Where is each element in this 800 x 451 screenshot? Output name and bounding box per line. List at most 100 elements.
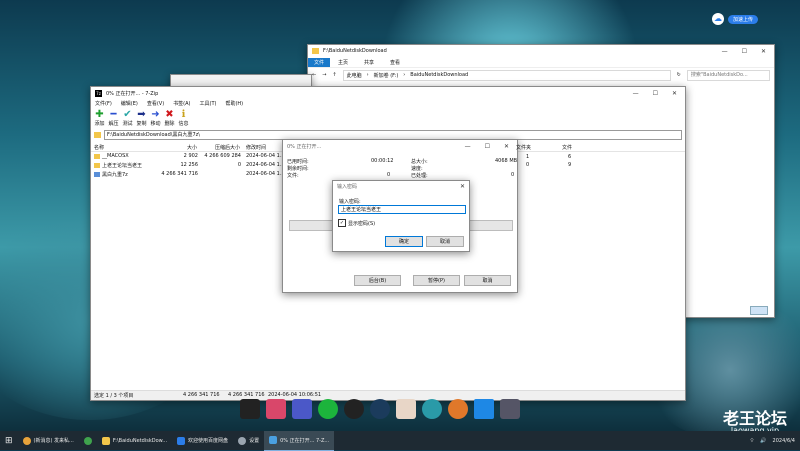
menu-view[interactable]: 查看(V) (147, 100, 164, 107)
crumb-drive[interactable]: 新加卷 (F:) (374, 72, 399, 79)
copy-button[interactable]: ➡ 复制 (136, 110, 147, 128)
taskbar-item[interactable]: (新消息) 发来私... (18, 431, 79, 450)
menu-file[interactable]: 文件(F) (95, 100, 112, 107)
folder-icon (94, 154, 100, 159)
crumb-folder[interactable]: BaiduNetdiskDownload (410, 72, 468, 78)
g-app-icon[interactable] (448, 399, 468, 419)
taskbar-item[interactable] (79, 431, 97, 450)
baidu-netdisk-badge[interactable]: ☁ 加速上传 (712, 12, 772, 26)
menu-bookmarks[interactable]: 书签(A) (173, 100, 190, 107)
show-password-checkbox[interactable]: ✓ 显示密码(S) (338, 219, 375, 227)
dock (240, 398, 560, 420)
ok-button[interactable]: 确定 (385, 236, 423, 247)
address-bar[interactable]: 此电脑 › 新加卷 (F:) › BaiduNetdiskDownload (342, 69, 671, 81)
sevenzip-toolbar: ✚ 添加 ━ 解压 ✔ 测试 ➡ 复制 ➜ 移动 ✖ 删除 ℹ 信息 (91, 108, 685, 129)
col-packed[interactable]: 压缩后大小 (215, 144, 240, 151)
tab-share[interactable]: 共享 (356, 58, 382, 67)
progress-titlebar[interactable]: 0% 正在打开... — ☐ ✕ (283, 140, 517, 152)
app-icon[interactable] (266, 399, 286, 419)
taskbar-item[interactable]: 设置 (233, 431, 264, 450)
maximize-icon[interactable]: ☐ (485, 143, 490, 150)
test-button[interactable]: ✔ 测试 (122, 110, 133, 128)
cloud-icon: ☁ (712, 13, 724, 25)
password-dialog[interactable]: 输入密码 ✕ 输入密码: ✓ 显示密码(S) 确定 取消 (332, 180, 470, 252)
upload-badge-label: 加速上传 (728, 14, 759, 24)
maximize-icon[interactable]: ☐ (653, 90, 658, 97)
crumb-pc[interactable]: 此电脑 (347, 72, 362, 79)
move-button[interactable]: ➜ 移动 (150, 109, 161, 128)
address-row: ← → ↑ 此电脑 › 新加卷 (F:) › BaiduNetdiskDownloa… (308, 67, 774, 82)
watermark-title: 老王论坛 (722, 409, 787, 428)
up-icon[interactable]: ↑ (332, 72, 336, 78)
game-icon[interactable] (292, 399, 312, 419)
minimize-icon[interactable]: — (722, 48, 728, 55)
col-name[interactable]: 名称 (94, 144, 104, 151)
info-icon: ℹ (181, 109, 186, 120)
col-size[interactable]: 大小 (187, 144, 197, 151)
menu-help[interactable]: 帮助(H) (225, 100, 243, 107)
tools-icon[interactable] (500, 399, 520, 419)
start-button[interactable]: ⊞ (0, 431, 18, 450)
maximize-icon[interactable]: ☐ (742, 48, 747, 55)
ribbon-tabs: 文件 主页 共享 查看 (308, 57, 774, 67)
menu-tools[interactable]: 工具(T) (200, 100, 217, 107)
password-titlebar[interactable]: 输入密码 ✕ (333, 181, 469, 191)
processed-value: 0 (511, 172, 515, 178)
circle-app-icon[interactable] (422, 399, 442, 419)
status-selection: 选定 1 / 3 个项目 (94, 393, 134, 399)
system-tray[interactable]: ⌔ 🔊 2024/6/4 (745, 431, 800, 450)
taskbar-item[interactable]: 欢迎使用百度网盘 (172, 431, 233, 450)
sevenzip-menu: 文件(F) 编辑(E) 查看(V) 书签(A) 工具(T) 帮助(H) (91, 99, 685, 108)
folder-icon (94, 163, 100, 168)
minimize-icon[interactable]: — (633, 90, 639, 97)
back-icon[interactable]: ← (312, 72, 316, 78)
extract-button[interactable]: ━ 解压 (108, 109, 119, 128)
col-files: 文件 (562, 145, 573, 151)
close-icon[interactable]: ✕ (460, 183, 465, 190)
taskbar-item[interactable]: F:\BaiduNetdiskDow... (97, 431, 172, 450)
menu-edit[interactable]: 编辑(E) (121, 100, 138, 107)
checkbox-check-icon: ✓ (338, 219, 346, 227)
explorer-search[interactable]: 搜索"BaiduNetdiskDo... (686, 69, 770, 81)
explorer-title: F:\BaiduNetdiskDownload (323, 48, 387, 54)
forward-icon[interactable]: → (322, 72, 326, 78)
tab-file[interactable]: 文件 (308, 57, 331, 67)
password-input[interactable] (338, 205, 466, 214)
volume-icon: 🔊 (760, 437, 767, 444)
view-toggle[interactable] (750, 306, 768, 315)
delete-button[interactable]: ✖ 删除 (164, 110, 175, 128)
steam-icon[interactable] (370, 399, 390, 419)
move-arrow-icon: ➜ (151, 109, 160, 120)
col-modified[interactable]: 修改时间 (246, 144, 266, 151)
add-button[interactable]: ✚ 添加 (94, 109, 105, 128)
wechat-icon[interactable] (318, 399, 338, 419)
up-folder-icon[interactable] (94, 132, 101, 138)
tab-view[interactable]: 查看 (382, 58, 408, 67)
avatar-icon[interactable] (396, 399, 416, 419)
minus-icon: ━ (110, 109, 117, 120)
close-icon[interactable]: ✕ (672, 90, 677, 97)
chrome-icon (22, 436, 31, 445)
explorer-titlebar[interactable]: F:\BaiduNetdiskDownload — ☐ ✕ (308, 45, 774, 57)
netease-music-icon[interactable] (240, 399, 260, 419)
info-button[interactable]: ℹ 信息 (178, 109, 189, 128)
minimize-icon[interactable]: — (465, 143, 471, 150)
clock[interactable]: 2024/6/4 (773, 438, 795, 444)
refresh-icon[interactable]: ↻ (677, 72, 681, 78)
password-label: 输入密码: (339, 199, 361, 205)
tab-home[interactable]: 主页 (330, 58, 356, 67)
status-size: 4 266 341 716 (183, 392, 220, 398)
cancel-button[interactable]: 取消 (426, 236, 464, 247)
taskbar-item[interactable]: 0% 正在打开... 7-Z... (264, 430, 335, 451)
windows-icon[interactable] (474, 399, 494, 419)
pause-button[interactable]: 暂停(P) (413, 275, 460, 286)
close-icon[interactable]: ✕ (504, 143, 509, 150)
background-button[interactable]: 后台(B) (354, 275, 401, 286)
qq-icon[interactable] (344, 399, 364, 419)
taskbar: ⊞ (新消息) 发来私... F:\BaiduNetdiskDow... 欢迎使… (0, 430, 800, 451)
close-icon[interactable]: ✕ (761, 48, 766, 55)
plus-icon: ✚ (95, 109, 104, 120)
baidu-icon (177, 436, 186, 445)
cancel-progress-button[interactable]: 取消 (464, 275, 511, 286)
sevenzip-titlebar[interactable]: 7z 0% 正在打开... - 7-Zip — ☐ ✕ (91, 87, 685, 99)
